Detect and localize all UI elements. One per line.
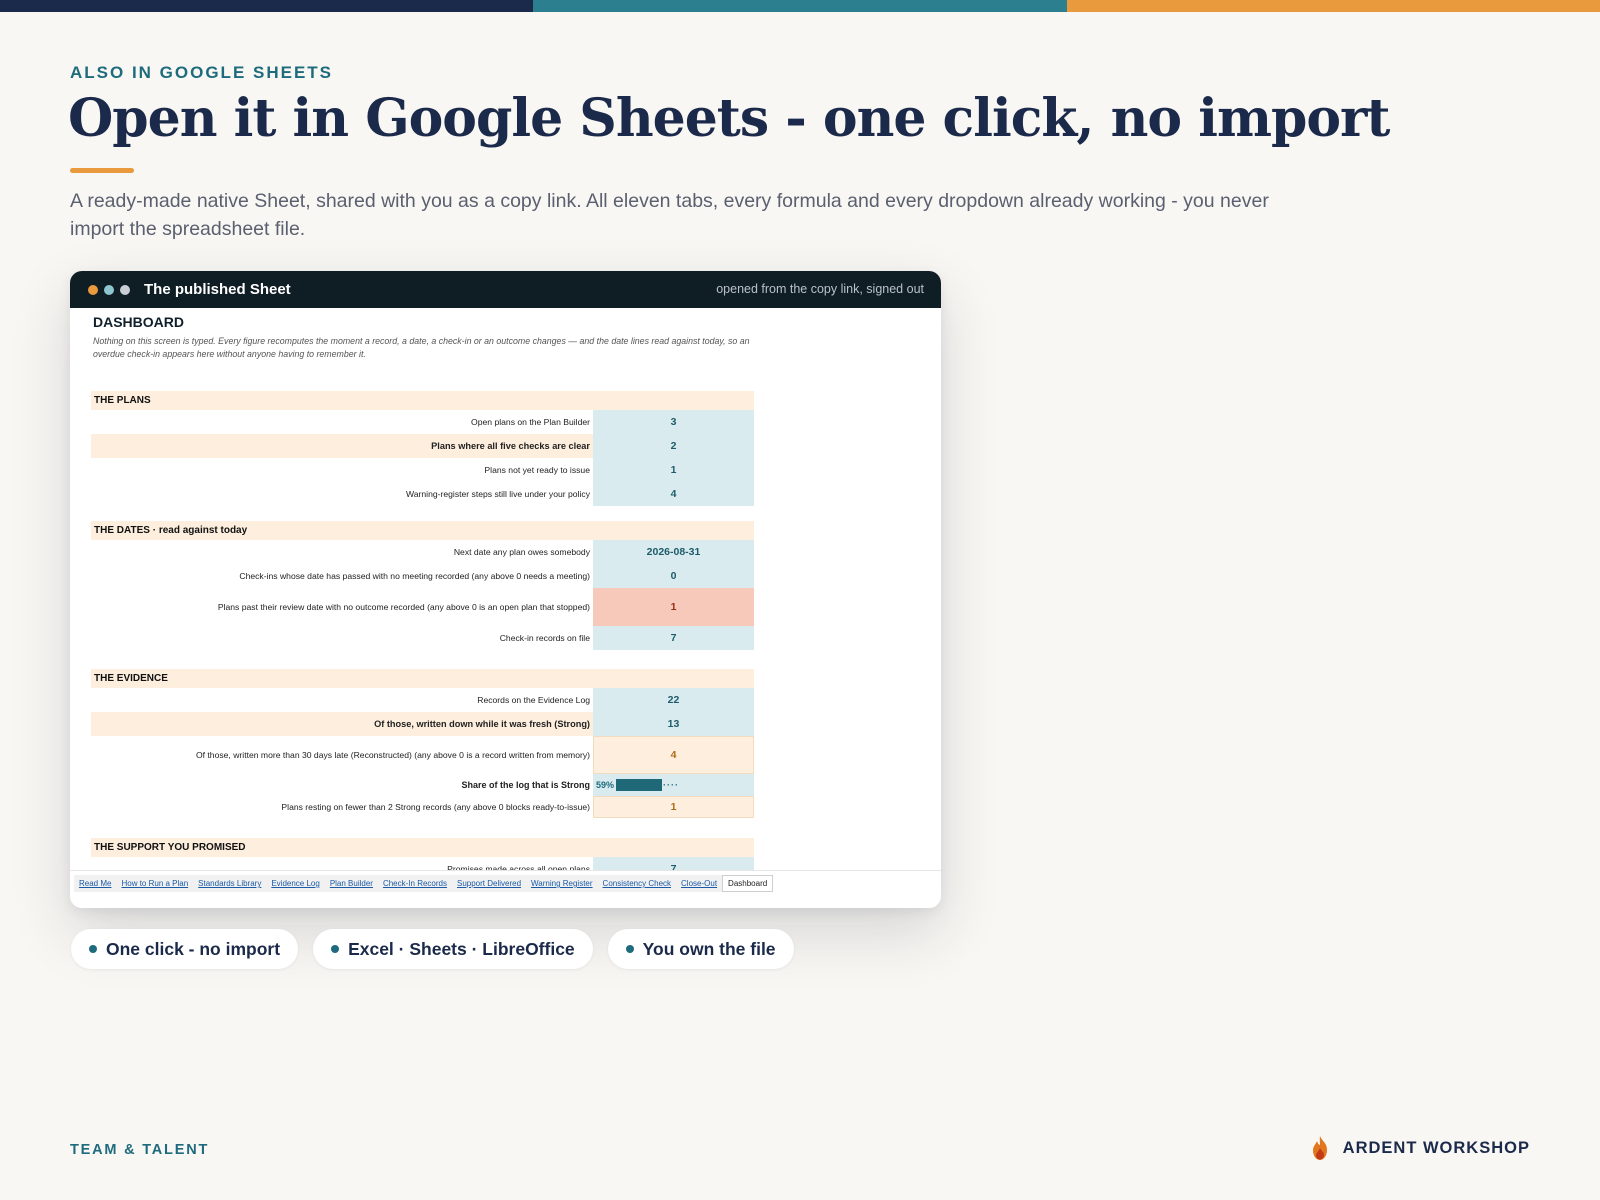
tab-standards-library[interactable]: Standards Library bbox=[193, 879, 266, 888]
row-label: Plans where all five checks are clear bbox=[91, 434, 593, 458]
row-label: Warning-register steps still live under … bbox=[405, 489, 590, 499]
window-dot-orange bbox=[88, 284, 98, 295]
pill-label: One click - no import bbox=[106, 938, 281, 959]
table-row[interactable]: Share of the log that is Strong 59% ···· bbox=[91, 774, 754, 796]
row-label: Plans not yet ready to issue bbox=[484, 465, 590, 475]
percent-label: 59% bbox=[596, 780, 615, 790]
row-label: Share of the log that is Strong bbox=[461, 780, 590, 790]
table-row[interactable]: Check-ins whose date has passed with no … bbox=[91, 564, 754, 588]
row-label: Open plans on the Plan Builder bbox=[471, 417, 590, 427]
window-meta: opened from the copy link, signed out bbox=[716, 282, 924, 296]
bullet-dot-icon bbox=[89, 945, 97, 953]
title-underline bbox=[70, 168, 134, 173]
row-value[interactable]: 2026-08-31 bbox=[593, 540, 754, 564]
row-value[interactable]: 7 bbox=[593, 857, 754, 870]
row-value-bar[interactable]: 59% ···· bbox=[593, 774, 754, 796]
footer-category: TEAM & TALENT bbox=[70, 1142, 210, 1158]
dashboard-note: Nothing on this screen is typed. Every f… bbox=[93, 336, 750, 359]
row-value-warning[interactable]: 4 bbox=[593, 736, 754, 774]
window-dot-teal bbox=[104, 284, 114, 295]
row-label: Plans past their review date with no out… bbox=[217, 602, 590, 612]
section-support-header: THE SUPPORT YOU PROMISED bbox=[91, 838, 754, 857]
row-value[interactable]: 3 bbox=[593, 410, 754, 434]
sheet-tab-strip: Read Me How to Run a Plan Standards Libr… bbox=[74, 875, 774, 892]
table-row[interactable]: Of those, written down while it was fres… bbox=[91, 712, 754, 736]
top-bar-navy bbox=[0, 0, 534, 12]
window-title: The published Sheet bbox=[144, 281, 291, 298]
section-plans-header: THE PLANS bbox=[91, 391, 754, 410]
row-label: Plans resting on fewer than 2 Strong rec… bbox=[281, 802, 590, 812]
tab-dashboard[interactable]: Dashboard bbox=[722, 875, 774, 892]
top-bar-orange bbox=[1066, 0, 1600, 12]
progress-bar-tail: ···· bbox=[663, 780, 680, 790]
table-row[interactable]: Check-in records on file 7 bbox=[91, 626, 754, 650]
row-value-warning[interactable]: 1 bbox=[593, 796, 754, 818]
tab-check-in-records[interactable]: Check-In Records bbox=[378, 879, 452, 888]
sheet-tabs-bar: Read Me How to Run a Plan Standards Libr… bbox=[70, 870, 941, 908]
table-row[interactable]: Next date any plan owes somebody 2026-08… bbox=[91, 540, 754, 564]
flame-icon bbox=[1312, 1136, 1327, 1160]
row-value[interactable]: 22 bbox=[593, 688, 754, 712]
eyebrow: ALSO IN GOOGLE SHEETS bbox=[70, 63, 334, 82]
pill-one-click: One click - no import bbox=[71, 929, 299, 969]
row-label: Next date any plan owes somebody bbox=[453, 547, 590, 557]
row-value-alert[interactable]: 1 bbox=[593, 588, 754, 626]
lead-text: A ready-made native Sheet, shared with y… bbox=[70, 190, 1269, 240]
window-header: The published Sheet opened from the copy… bbox=[70, 271, 941, 308]
row-label: Of those, written down while it was fres… bbox=[91, 712, 593, 736]
tab-support-delivered[interactable]: Support Delivered bbox=[452, 879, 526, 888]
table-row[interactable]: Plans past their review date with no out… bbox=[91, 588, 754, 626]
pill-ownership: You own the file bbox=[607, 929, 794, 969]
table-row[interactable]: Plans not yet ready to issue 1 bbox=[91, 458, 754, 482]
footer-brand: ARDENT WORKSHOP bbox=[1308, 1135, 1530, 1161]
tab-evidence-log[interactable]: Evidence Log bbox=[266, 879, 324, 888]
section-dates-header: THE DATES · read against today bbox=[91, 521, 754, 540]
pill-label: Excel · Sheets · LibreOffice bbox=[348, 938, 575, 959]
row-label: Of those, written more than 30 days late… bbox=[195, 750, 590, 760]
tab-plan-builder[interactable]: Plan Builder bbox=[325, 879, 378, 888]
top-color-bar bbox=[0, 0, 1600, 12]
row-value[interactable]: 4 bbox=[593, 482, 754, 506]
row-value[interactable]: 13 bbox=[593, 712, 754, 736]
table-row[interactable]: Plans where all five checks are clear 2 bbox=[91, 434, 754, 458]
table-row[interactable]: Warning-register steps still live under … bbox=[91, 482, 754, 506]
table-row[interactable]: Open plans on the Plan Builder 3 bbox=[91, 410, 754, 434]
row-value[interactable]: 0 bbox=[593, 564, 754, 588]
tab-warning-register[interactable]: Warning Register bbox=[526, 879, 598, 888]
row-label: Promises made across all open plans bbox=[447, 864, 590, 870]
bullet-dot-icon bbox=[331, 945, 340, 953]
top-bar-teal bbox=[533, 0, 1067, 12]
pill-compatibility: Excel · Sheets · LibreOffice bbox=[313, 929, 593, 969]
tab-how-to-run-a-plan[interactable]: How to Run a Plan bbox=[116, 879, 193, 888]
page-title: Open it in Google Sheets - one click, no… bbox=[68, 88, 1390, 149]
bullet-dot-icon bbox=[625, 945, 634, 953]
feature-pills: One click - no import Excel · Sheets · L… bbox=[71, 929, 794, 969]
table-row[interactable]: Of those, written more than 30 days late… bbox=[91, 736, 754, 774]
sheet-window: The published Sheet opened from the copy… bbox=[70, 271, 941, 908]
dashboard-title: DASHBOARD bbox=[93, 314, 184, 330]
row-label: Check-in records on file bbox=[499, 633, 590, 643]
progress-bar-fill bbox=[616, 779, 663, 791]
tab-close-out[interactable]: Close-Out bbox=[676, 879, 722, 888]
table-row[interactable]: Records on the Evidence Log 22 bbox=[91, 688, 754, 712]
table-row[interactable]: Plans resting on fewer than 2 Strong rec… bbox=[91, 796, 754, 818]
tab-read-me[interactable]: Read Me bbox=[74, 879, 116, 888]
tab-consistency-check[interactable]: Consistency Check bbox=[598, 879, 676, 888]
row-label: Check-ins whose date has passed with no … bbox=[239, 571, 590, 581]
table-row[interactable]: Promises made across all open plans 7 bbox=[91, 857, 754, 870]
row-value[interactable]: 7 bbox=[593, 626, 754, 650]
window-dot-grey bbox=[120, 284, 130, 295]
row-value[interactable]: 2 bbox=[593, 434, 754, 458]
brand-name: ARDENT WORKSHOP bbox=[1342, 1138, 1530, 1157]
pill-label: You own the file bbox=[642, 938, 776, 959]
row-label: Records on the Evidence Log bbox=[477, 695, 590, 705]
sheet-grid: DASHBOARD Nothing on this screen is type… bbox=[70, 308, 941, 870]
section-evidence-header: THE EVIDENCE bbox=[91, 669, 754, 688]
row-value[interactable]: 1 bbox=[593, 458, 754, 482]
